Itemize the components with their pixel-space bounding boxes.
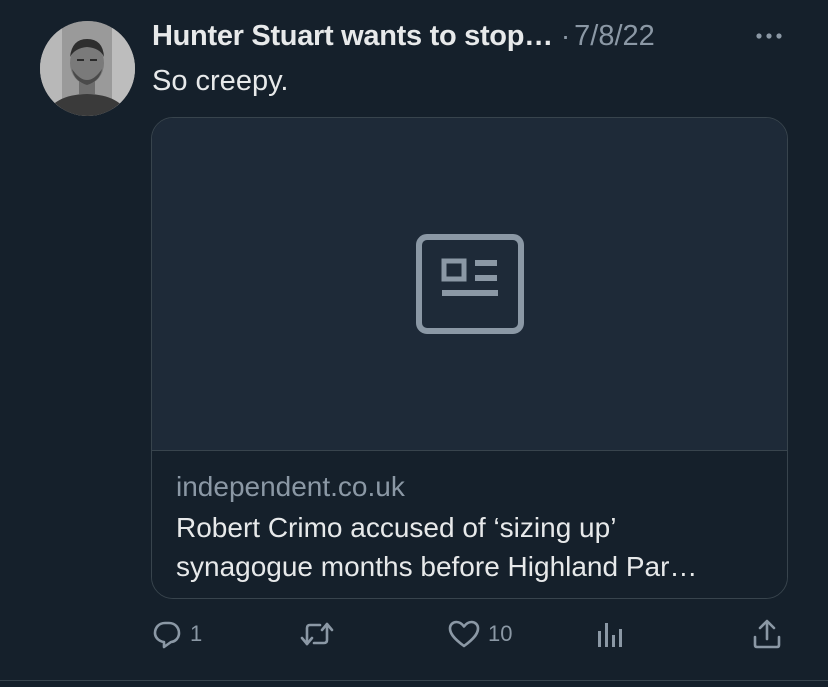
bottom-divider [0, 680, 828, 681]
card-title-line: synagogue months before Highland Par… [176, 551, 698, 582]
more-horizontal-icon [756, 33, 782, 39]
like-button[interactable]: 10 [448, 612, 512, 656]
like-count: 10 [488, 621, 513, 646]
more-button[interactable] [752, 24, 786, 48]
link-card[interactable]: independent.co.uk Robert Crimo accused o… [151, 117, 788, 599]
tweet-header: Hunter Stuart wants to stop… · 7/8/22 [152, 16, 655, 56]
share-button[interactable] [752, 612, 782, 656]
action-bar: 1 10 [0, 612, 828, 656]
tweet[interactable]: Hunter Stuart wants to stop… · 7/8/22 So… [0, 0, 828, 687]
card-title: Robert Crimo accused of ‘sizing up’ syna… [176, 508, 766, 586]
reply-icon [153, 621, 181, 649]
avatar[interactable] [40, 21, 135, 116]
newspaper-icon [416, 234, 524, 334]
author-name[interactable]: Hunter Stuart wants to stop… [152, 20, 553, 53]
card-domain: independent.co.uk [176, 471, 405, 502]
card-media [152, 118, 787, 451]
share-icon [753, 619, 781, 649]
retweet-button[interactable] [300, 612, 342, 656]
reply-button[interactable]: 1 [152, 612, 202, 656]
card-body: independent.co.uk Robert Crimo accused o… [152, 451, 787, 598]
retweet-icon [300, 622, 334, 646]
analytics-icon [598, 623, 622, 647]
reply-count: 1 [190, 621, 203, 646]
views-button[interactable] [596, 612, 632, 656]
timestamp[interactable]: 7/8/22 [574, 20, 655, 53]
card-title-line: Robert Crimo accused of ‘sizing up’ [176, 512, 617, 543]
avatar-image [40, 21, 135, 116]
header-separator: · [560, 20, 571, 51]
tweet-text: So creepy. [152, 65, 289, 97]
heart-icon [448, 620, 480, 648]
